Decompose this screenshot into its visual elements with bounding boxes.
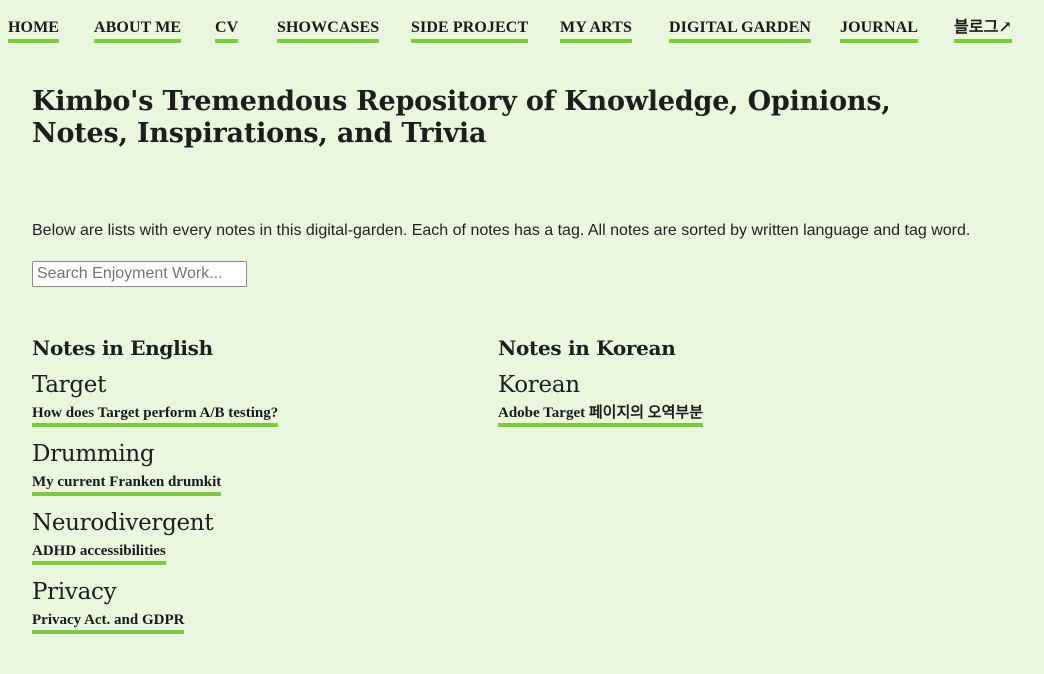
nav-journal-link[interactable]: JOURNAL [840,18,919,43]
english-notes-heading: Notes in English [32,336,213,360]
tag-heading-target: Target [32,372,107,398]
tag-heading-privacy: Privacy [32,579,117,605]
nav-about-me-link[interactable]: ABOUT ME [94,18,182,43]
tag-heading-drumming: Drumming [32,441,155,467]
tag-heading-neurodivergent: Neurodivergent [32,510,214,536]
korean-notes-section: Notes in Korean Korean Adobe Target 페이지의… [498,334,998,439]
note-link-franken-drumkit[interactable]: My current Franken drumkit [32,472,222,496]
page-title: Kimbo's Tremendous Repository of Knowled… [32,86,891,149]
intro-text: Below are lists with every notes in this… [32,222,971,239]
main-nav: HOME ABOUT ME CV SHOWCASES SIDE PROJECT … [8,18,1036,46]
nav-side-project-link[interactable]: SIDE PROJECT [411,18,529,43]
nav-home-link[interactable]: HOME [8,18,60,43]
tag-group-neurodivergent: Neurodivergent ADHD accessibilities [32,508,472,565]
tag-group-target: Target How does Target perform A/B testi… [32,370,472,427]
note-link-privacy-act-gdpr[interactable]: Privacy Act. and GDPR [32,610,185,634]
search-input[interactable] [32,261,247,287]
nav-digital-garden-link[interactable]: DIGITAL GARDEN [669,18,812,43]
tag-group-privacy: Privacy Privacy Act. and GDPR [32,577,472,634]
nav-showcases-link[interactable]: SHOWCASES [277,18,380,43]
nav-cv-link[interactable]: CV [215,18,239,43]
tag-heading-korean: Korean [498,372,580,398]
tag-group-korean: Korean Adobe Target 페이지의 오역부분 [498,370,998,427]
english-notes-section: Notes in English Target How does Target … [32,334,472,646]
note-link-adobe-target-mistranslation[interactable]: Adobe Target 페이지의 오역부분 [498,403,703,427]
note-link-target-ab-testing[interactable]: How does Target perform A/B testing? [32,403,279,427]
tag-group-drumming: Drumming My current Franken drumkit [32,439,472,496]
nav-blog-link[interactable]: 블로그↗ [954,18,1012,43]
note-link-adhd-accessibilities[interactable]: ADHD accessibilities [32,541,166,565]
nav-my-arts-link[interactable]: MY ARTS [560,18,632,43]
korean-notes-heading: Notes in Korean [498,336,676,360]
